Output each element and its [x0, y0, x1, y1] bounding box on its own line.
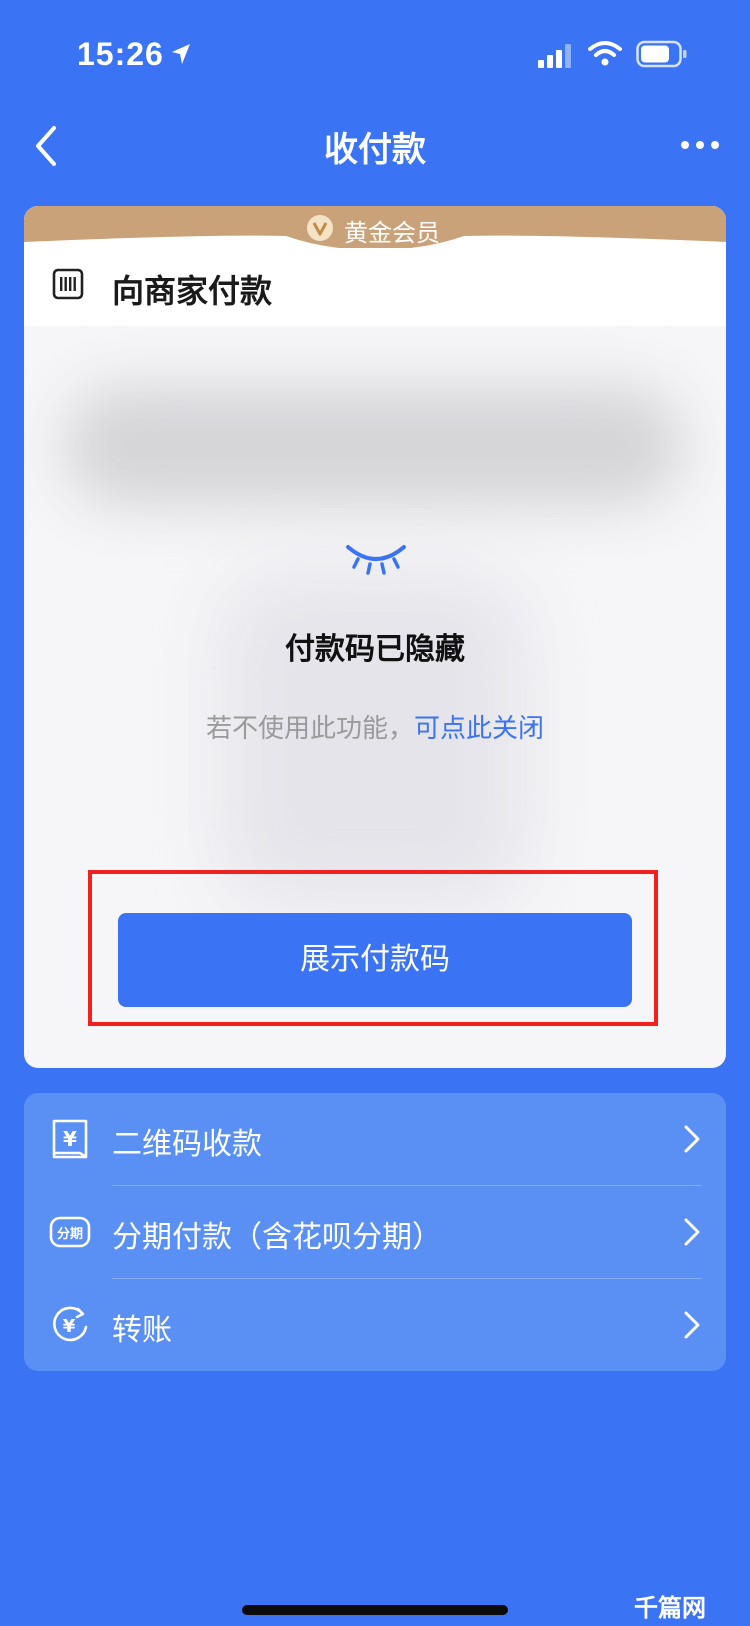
installment-icon: 分期: [49, 1216, 91, 1248]
gold-member-icon: [307, 215, 333, 241]
qr-receive-icon: ¥: [52, 1119, 88, 1159]
status-time: 15:26: [77, 36, 164, 72]
transfer-icon: ¥: [53, 1306, 88, 1342]
gold-member-label: 黄金会员: [344, 219, 440, 247]
svg-text:¥: ¥: [63, 1316, 76, 1337]
menu-item-qr-receive[interactable]: ¥ 二维码收款: [24, 1093, 726, 1185]
chevron-right-icon: [684, 1218, 700, 1246]
home-indicator[interactable]: [242, 1605, 508, 1615]
merchant-pay-title: 向商家付款: [112, 272, 273, 310]
code-hidden-title: 付款码已隐藏: [285, 632, 465, 667]
more-options-icon[interactable]: [680, 140, 720, 150]
show-payment-code-button[interactable]: 展示付款码: [118, 913, 632, 1007]
battery-icon: [636, 40, 687, 68]
status-bar: 15:26: [0, 0, 750, 110]
wifi-icon: [588, 41, 622, 66]
card-header: 黄金会员 向商家付款: [24, 206, 726, 326]
menu-item-label: 分期付款（含花呗分期）: [112, 1220, 442, 1255]
watermark-logo: 千篇网: [634, 1594, 706, 1622]
disable-hint-text: 若不使用此功能，: [205, 714, 414, 744]
menu-item-installment[interactable]: 分期 分期付款（含花呗分期）: [24, 1186, 726, 1278]
disable-feature-link[interactable]: 可点此关闭: [414, 714, 544, 744]
chevron-right-icon: [684, 1125, 700, 1153]
barcode-icon: [52, 268, 84, 300]
menu-item-label: 转账: [112, 1313, 172, 1348]
disable-hint: 若不使用此功能，可点此关闭: [24, 708, 726, 745]
page-title: 收付款: [324, 130, 426, 170]
menu-item-label: 二维码收款: [112, 1127, 262, 1162]
location-arrow-icon: [172, 44, 190, 64]
svg-text:¥: ¥: [63, 1127, 77, 1151]
cellular-signal-icon: [538, 44, 571, 68]
payment-options-menu: ¥ 二维码收款 分期 分期付款（含花呗分期） ¥ 转账: [24, 1093, 726, 1371]
menu-item-transfer[interactable]: ¥ 转账: [24, 1279, 726, 1371]
blurred-barcode: [64, 386, 684, 506]
closed-eye-icon: [346, 545, 406, 575]
svg-text:分期: 分期: [57, 1226, 83, 1242]
chevron-right-icon: [684, 1311, 700, 1339]
